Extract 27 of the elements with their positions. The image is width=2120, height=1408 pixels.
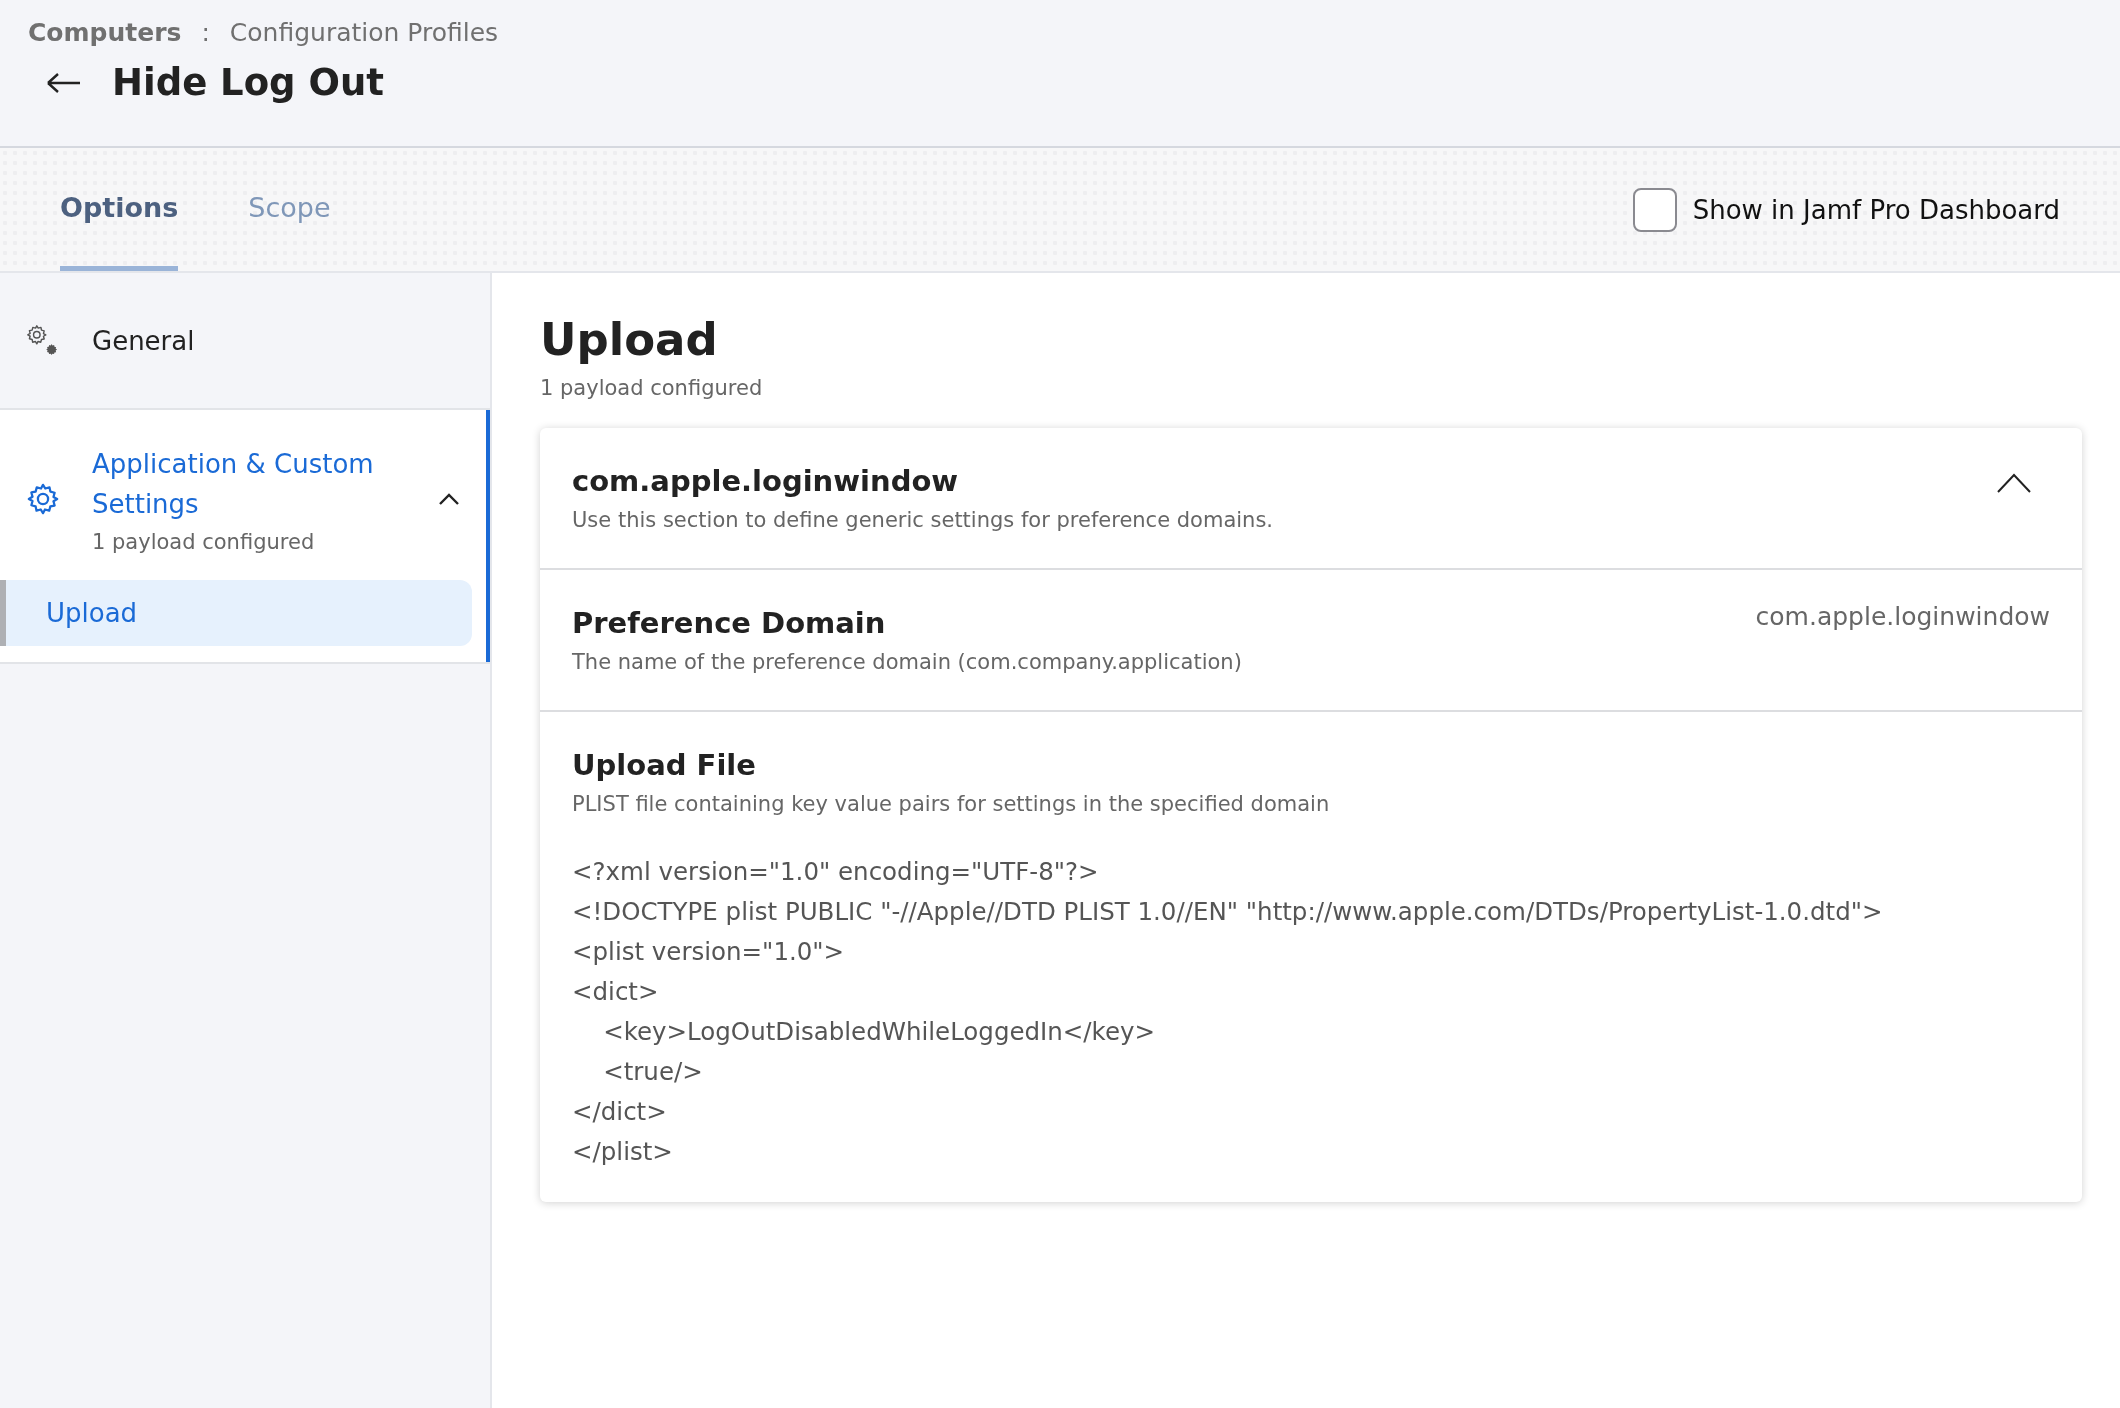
breadcrumb-separator: : <box>201 18 210 47</box>
card-title: com.apple.loginwindow <box>572 464 960 498</box>
field-label: Upload File <box>572 748 757 782</box>
checkbox-label: Show in Jamf Pro Dashboard <box>1692 194 2060 225</box>
checkbox[interactable] <box>1632 187 1677 232</box>
sidebar-item[interactable]: General <box>0 273 490 408</box>
breadcrumb-link[interactable]: Computers <box>28 18 182 47</box>
field-value: com.apple.loginwindow <box>1755 602 2050 631</box>
plist-code: <?xml version="1.0" encoding="UTF-8"?> <!DOCTYPE plist PUBLIC "-//Apple//DTD PLIST 1.0//EN" "http://www.apple.com/DTDs/PropertyList-1.0.dtd"> <plist version="1.0"> <dict> <key>LogOutDisabledWhileLoggedIn</key> <true/> </dict> </plist> <box>572 856 1884 1168</box>
group-title: Application & Custom Settings <box>92 448 375 521</box>
field-description: The name of the preference domain (com.company.application) <box>572 650 1243 674</box>
sidebar-group[interactable]: Application & Custom Settings 1 payload configured <box>0 410 490 580</box>
section-subtitle: 1 payload configured <box>540 376 764 400</box>
gear-icon <box>26 482 60 516</box>
group-subtitle: 1 payload configured <box>92 530 316 554</box>
chevron-up-icon[interactable] <box>438 492 460 506</box>
card-header[interactable]: com.apple.loginwindow Use this section to define generic settings for preference domains. <box>540 428 2082 570</box>
field-label: Preference Domain <box>572 606 887 640</box>
sidebar-subitem[interactable]: Upload <box>0 580 472 646</box>
card-description: Use this section to define generic settings for preference domains. <box>572 508 1275 532</box>
chevron-up-icon <box>1996 472 2032 494</box>
back-arrow-icon[interactable] <box>46 70 82 95</box>
page-title: Hide Log Out <box>112 61 384 104</box>
section-title: Upload <box>540 313 719 366</box>
gears-icon <box>26 323 60 358</box>
field-description: PLIST file containing key value pairs for settings in the specified domain <box>572 792 1331 816</box>
breadcrumb-current: Configuration Profiles <box>229 18 499 47</box>
